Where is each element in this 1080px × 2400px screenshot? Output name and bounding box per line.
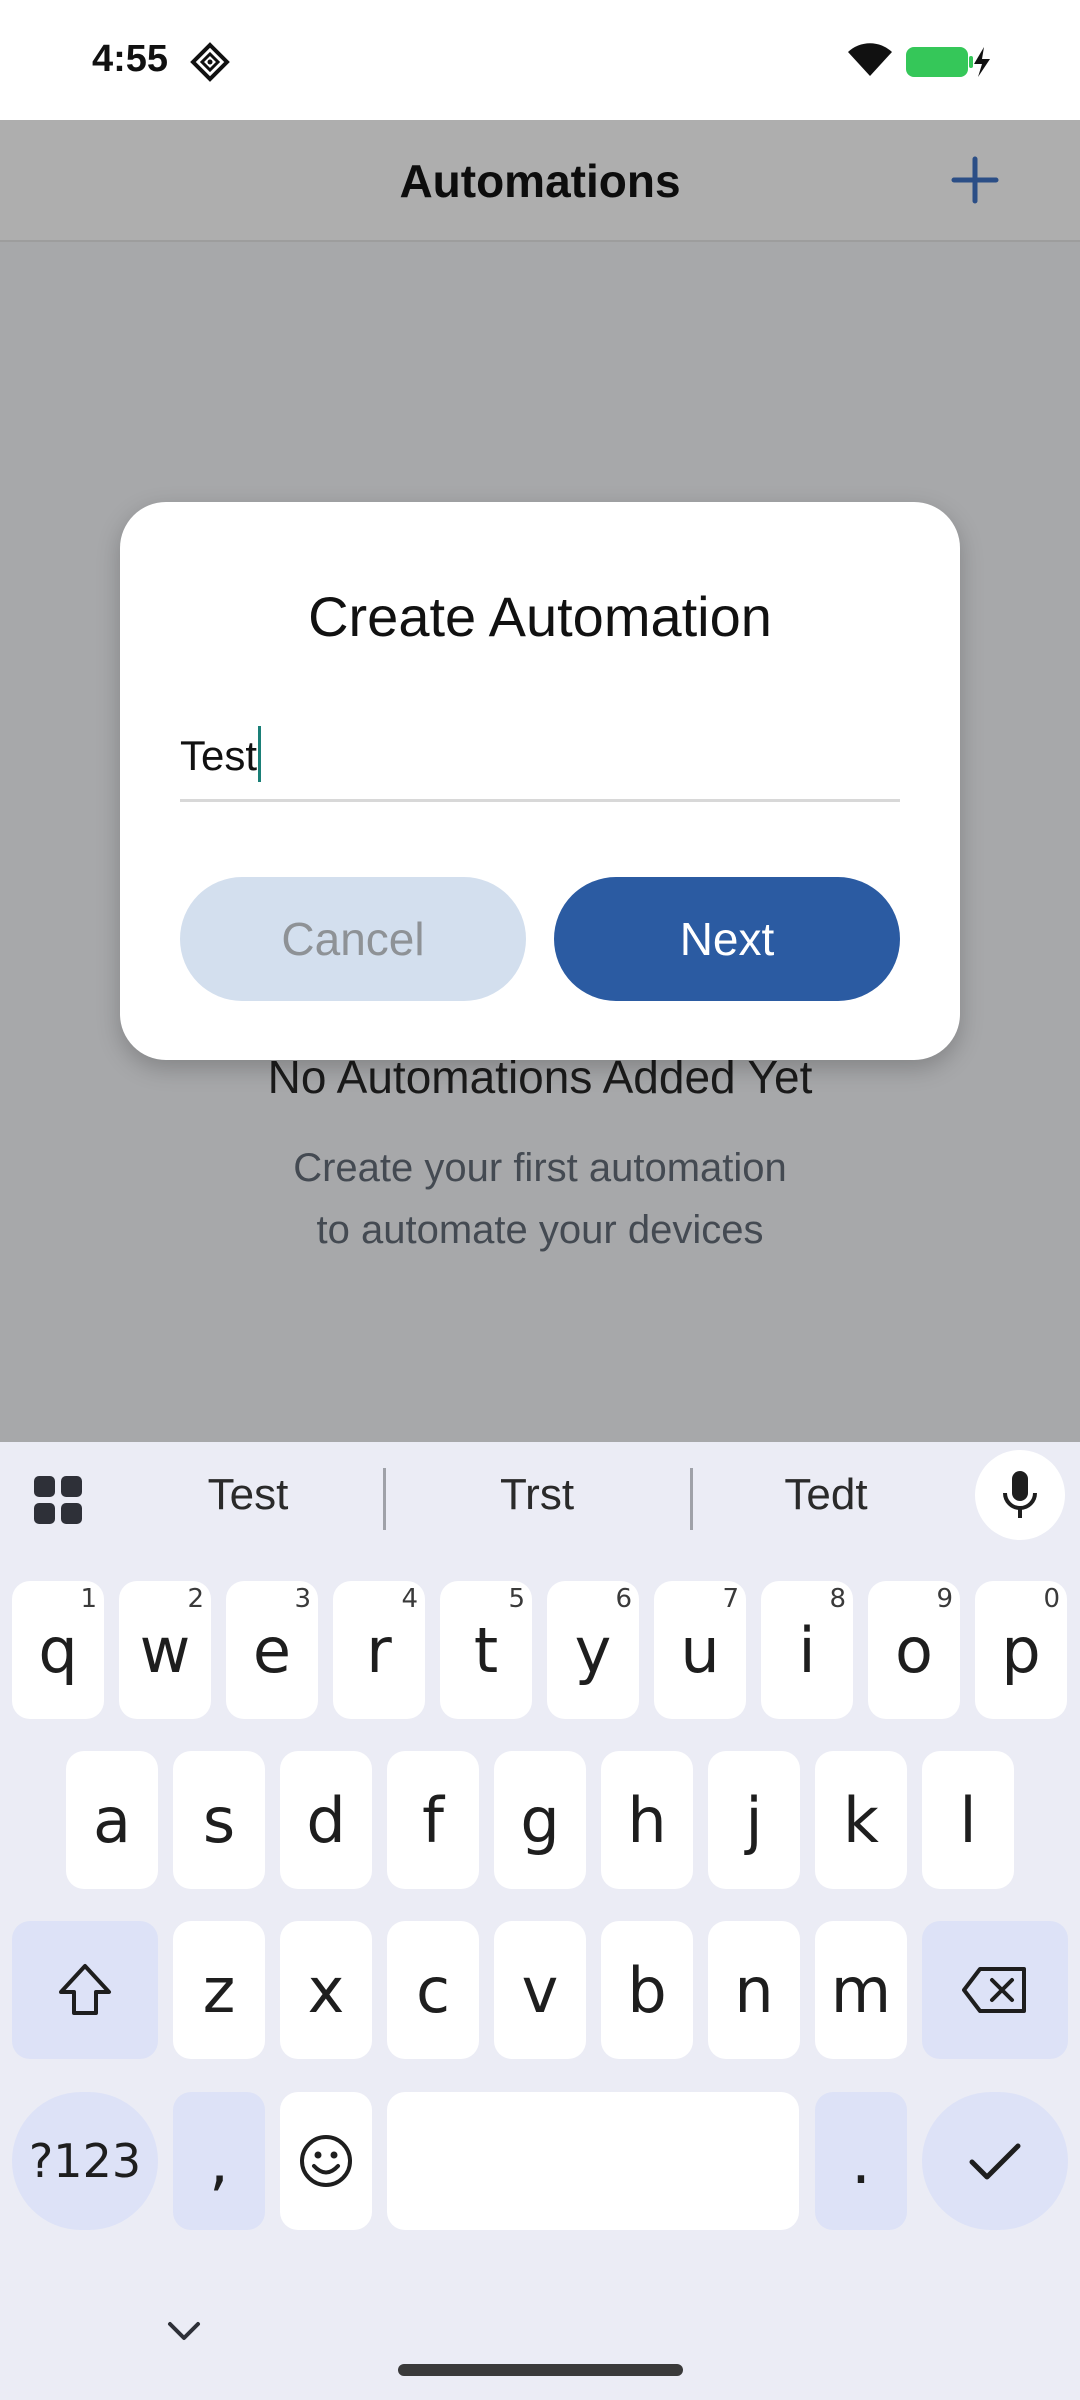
emoji-icon	[300, 2135, 352, 2187]
key-g[interactable]: g	[494, 1751, 586, 1889]
microphone-icon	[1003, 1471, 1037, 1518]
key-d[interactable]: d	[280, 1751, 372, 1889]
enter-key[interactable]	[922, 2092, 1068, 2230]
key-e[interactable]: e3	[226, 1581, 318, 1719]
period-key[interactable]: .	[815, 2092, 907, 2230]
wifi-icon	[848, 43, 892, 76]
key-y[interactable]: y6	[547, 1581, 639, 1719]
key-i[interactable]: i8	[761, 1581, 853, 1719]
key-x[interactable]: x	[280, 1921, 372, 2059]
key-r[interactable]: r4	[333, 1581, 425, 1719]
cancel-button[interactable]: Cancel	[180, 877, 526, 1001]
key-b[interactable]: b	[601, 1921, 693, 2059]
key-label: y	[574, 1613, 612, 1687]
symbols-key[interactable]: ?123	[12, 2092, 158, 2230]
key-k[interactable]: k	[815, 1751, 907, 1889]
suggestion-divider	[690, 1468, 693, 1530]
key-m[interactable]: m	[815, 1921, 907, 2059]
automation-name-input[interactable]: Test	[180, 702, 900, 802]
suggestion-divider	[383, 1468, 386, 1530]
chevron-down-icon[interactable]	[166, 2318, 202, 2346]
text-caret	[258, 726, 262, 782]
key-label: i	[798, 1613, 816, 1687]
suggestion-bar: Test Trst Tedt	[0, 1442, 1080, 1552]
key-v[interactable]: v	[494, 1921, 586, 2059]
empty-state-subtitle-line2: to automate your devices	[316, 1208, 764, 1252]
suggestion-2[interactable]: Trst	[407, 1470, 667, 1520]
key-number-hint: 6	[615, 1584, 632, 1614]
key-a[interactable]: a	[66, 1751, 158, 1889]
key-number-hint: 8	[829, 1584, 846, 1614]
apps-grid-icon[interactable]	[32, 1474, 84, 1526]
key-label: r	[366, 1613, 392, 1687]
key-number-hint: 0	[1043, 1584, 1060, 1614]
emoji-key[interactable]	[280, 2092, 372, 2230]
plus-icon	[951, 156, 999, 204]
input-text-wrap: Test	[180, 726, 262, 782]
key-number-hint: 3	[294, 1584, 311, 1614]
key-label: p	[1001, 1613, 1041, 1687]
key-c[interactable]: c	[387, 1921, 479, 2059]
status-bar: 4:55	[0, 0, 1080, 120]
empty-state-subtitle-line1: Create your first automation	[293, 1146, 787, 1190]
page-title: Automations	[399, 155, 681, 207]
comma-key[interactable]: ,	[173, 2092, 265, 2230]
key-w[interactable]: w2	[119, 1581, 211, 1719]
key-label: e	[252, 1613, 292, 1687]
key-z[interactable]: z	[173, 1921, 265, 2059]
key-f[interactable]: f	[387, 1751, 479, 1889]
shift-icon	[59, 1964, 111, 2015]
home-indicator[interactable]	[398, 2364, 683, 2376]
voice-input-button[interactable]	[975, 1450, 1065, 1540]
suggestion-1[interactable]: Test	[118, 1470, 378, 1520]
key-l[interactable]: l	[922, 1751, 1014, 1889]
key-p[interactable]: p0	[975, 1581, 1067, 1719]
key-u[interactable]: u7	[654, 1581, 746, 1719]
key-q[interactable]: q1	[12, 1581, 104, 1719]
suggestion-3[interactable]: Tedt	[696, 1470, 956, 1520]
key-label: u	[680, 1613, 720, 1687]
key-number-hint: 7	[722, 1584, 739, 1614]
key-number-hint: 1	[80, 1584, 97, 1614]
key-h[interactable]: h	[601, 1751, 693, 1889]
key-number-hint: 4	[401, 1584, 418, 1614]
key-number-hint: 2	[187, 1584, 204, 1614]
battery-icon	[906, 47, 990, 77]
notification-icon	[190, 42, 230, 82]
key-t[interactable]: t5	[440, 1581, 532, 1719]
create-automation-dialog: Create Automation Test Cancel Next	[120, 502, 960, 1060]
key-s[interactable]: s	[173, 1751, 265, 1889]
input-value: Test	[180, 732, 258, 779]
backspace-icon	[962, 1967, 1026, 2013]
key-number-hint: 9	[936, 1584, 953, 1614]
key-j[interactable]: j	[708, 1751, 800, 1889]
key-label: q	[38, 1613, 78, 1687]
checkmark-icon	[969, 2143, 1021, 2180]
dialog-title: Create Automation	[308, 585, 772, 648]
space-key[interactable]	[387, 2092, 799, 2230]
key-label: o	[895, 1613, 933, 1687]
keyboard: Test Trst Tedt q1 w2 e3 r4 t5 y6 u7 i8 o…	[0, 1442, 1080, 2400]
app-bar: Automations	[0, 120, 1080, 242]
key-label: w	[139, 1613, 191, 1687]
backspace-key[interactable]	[922, 1921, 1068, 2059]
key-label: t	[473, 1613, 499, 1687]
next-button[interactable]: Next	[554, 877, 900, 1001]
key-n[interactable]: n	[708, 1921, 800, 2059]
key-number-hint: 5	[508, 1584, 525, 1614]
status-time: 4:55	[92, 38, 169, 80]
add-automation-button[interactable]	[945, 150, 1005, 210]
shift-key[interactable]	[12, 1921, 158, 2059]
key-o[interactable]: o9	[868, 1581, 960, 1719]
